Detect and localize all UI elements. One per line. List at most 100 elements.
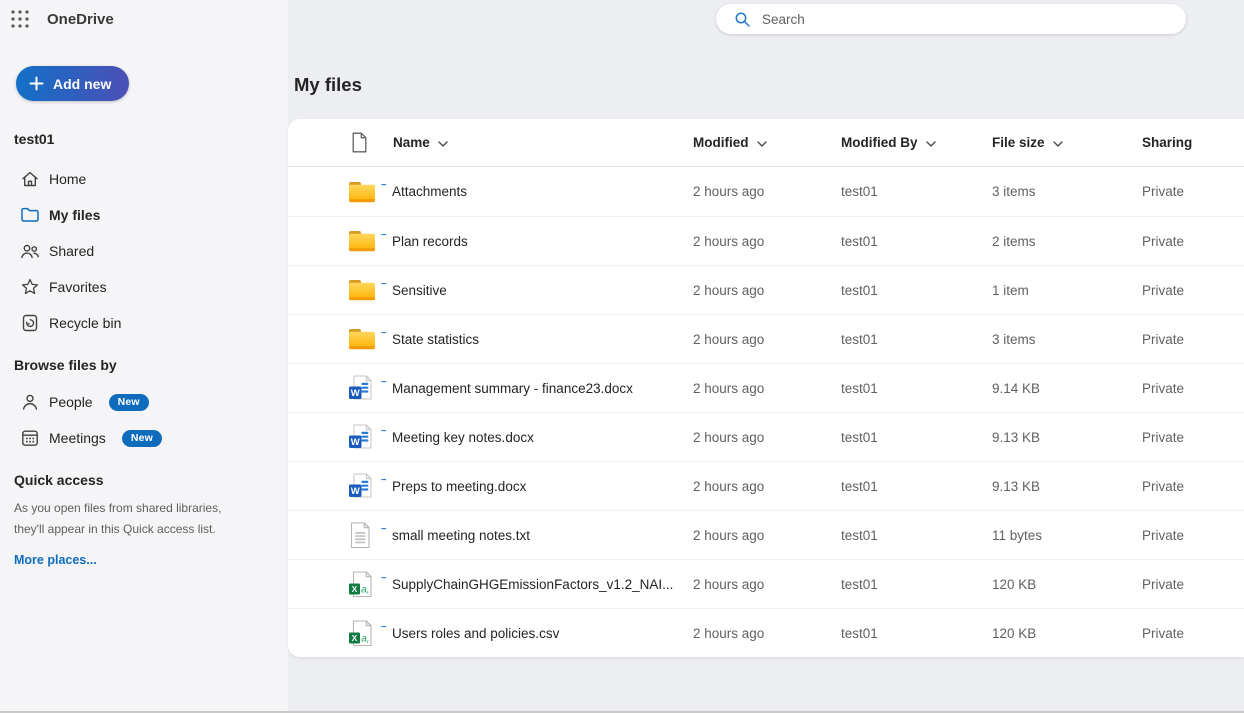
file-name[interactable]: Sensitive (392, 283, 455, 298)
person-icon (20, 392, 40, 412)
file-name[interactable]: State statistics (392, 332, 487, 347)
column-header-sharing[interactable]: Sharing (1142, 135, 1244, 150)
sharing-cell[interactable]: Private (1142, 430, 1244, 445)
modified-cell: 2 hours ago (693, 577, 841, 592)
column-header-label: Name (393, 135, 430, 150)
click-indicator-icon (378, 234, 391, 240)
search-input[interactable] (762, 12, 1152, 27)
word-doc-icon: W (348, 473, 375, 500)
svg-text:a,: a, (361, 633, 369, 644)
modified-cell: 2 hours ago (693, 479, 841, 494)
file-size-cell: 3 items (992, 184, 1142, 199)
sidebar-item-home[interactable]: Home (0, 161, 288, 197)
file-size-cell: 120 KB (992, 577, 1142, 592)
modified-cell: 2 hours ago (693, 234, 841, 249)
file-size-cell: 3 items (992, 332, 1142, 347)
sharing-cell[interactable]: Private (1142, 234, 1244, 249)
file-name[interactable]: SupplyChainGHGEmissionFactors_v1.2_NAI..… (392, 577, 681, 592)
svg-text:W: W (351, 486, 360, 497)
main-content: My files Name Modified Modified By File … (288, 0, 1244, 713)
folder-icon (348, 180, 376, 204)
column-header-name[interactable]: Name (378, 135, 693, 150)
click-indicator-icon (378, 577, 391, 583)
file-row[interactable]: Plan records 2 hours ago test01 2 items … (288, 216, 1244, 265)
file-size-cell: 9.13 KB (992, 479, 1142, 494)
browse-item-meetings[interactable]: Meetings New (0, 420, 288, 456)
modified-by-cell: test01 (841, 381, 992, 396)
chevron-down-icon (1053, 141, 1063, 147)
sidebar-item-my-files[interactable]: My files (0, 197, 288, 233)
modified-cell: 2 hours ago (693, 332, 841, 347)
file-name[interactable]: Management summary - finance23.docx (392, 381, 641, 396)
modified-cell: 2 hours ago (693, 626, 841, 641)
modified-cell: 2 hours ago (693, 184, 841, 199)
chevron-down-icon (926, 141, 936, 147)
browse-files-heading: Browse files by (14, 357, 288, 377)
chevron-down-icon (757, 141, 767, 147)
file-row[interactable]: small meeting notes.txt 2 hours ago test… (288, 510, 1244, 559)
click-indicator-icon (378, 184, 391, 190)
svg-text:a,: a, (361, 584, 369, 595)
sidebar-item-label: Home (49, 171, 86, 187)
sharing-cell[interactable]: Private (1142, 479, 1244, 494)
add-new-label: Add new (53, 76, 111, 92)
sidebar-item-label: Shared (49, 243, 94, 259)
browse-item-people[interactable]: People New (0, 384, 288, 420)
more-places-link[interactable]: More places... (14, 553, 97, 567)
app-launcher-button[interactable] (3, 2, 37, 36)
plus-icon (29, 76, 44, 91)
file-row[interactable]: a,X SupplyChainGHGEmissionFactors_v1.2_N… (288, 559, 1244, 608)
sharing-cell[interactable]: Private (1142, 577, 1244, 592)
quick-access-description: As you open files from shared libraries,… (14, 498, 228, 540)
sharing-cell[interactable]: Private (1142, 184, 1244, 199)
chevron-down-icon (438, 141, 448, 147)
file-name[interactable]: Attachments (392, 184, 475, 199)
table-header-row: Name Modified Modified By File size Shar… (288, 119, 1244, 167)
file-row[interactable]: Sensitive 2 hours ago test01 1 item Priv… (288, 265, 1244, 314)
file-list-card: Name Modified Modified By File size Shar… (288, 119, 1244, 657)
sidebar-item-shared[interactable]: Shared (0, 233, 288, 269)
file-name[interactable]: Users roles and policies.csv (392, 626, 567, 641)
column-header-modified-by[interactable]: Modified By (841, 135, 992, 150)
app-title: OneDrive (47, 11, 114, 28)
account-name: test01 (14, 131, 288, 151)
folder-icon (348, 278, 376, 302)
file-row[interactable]: State statistics 2 hours ago test01 3 it… (288, 314, 1244, 363)
column-header-file-size[interactable]: File size (992, 135, 1142, 150)
txt-file-icon (348, 522, 372, 549)
add-new-button[interactable]: Add new (16, 66, 129, 101)
page-icon (351, 132, 368, 153)
file-name[interactable]: Preps to meeting.docx (392, 479, 534, 494)
sharing-cell[interactable]: Private (1142, 283, 1244, 298)
modified-cell: 2 hours ago (693, 528, 841, 543)
new-badge: New (109, 394, 149, 411)
sharing-cell[interactable]: Private (1142, 626, 1244, 641)
file-name[interactable]: Meeting key notes.docx (392, 430, 542, 445)
top-bar: OneDrive (0, 0, 1244, 38)
file-row[interactable]: W Meeting key notes.docx 2 hours ago tes… (288, 412, 1244, 461)
modified-by-cell: test01 (841, 234, 992, 249)
sidebar-item-recycle-bin[interactable]: Recycle bin (0, 305, 288, 341)
new-badge: New (122, 430, 162, 447)
quick-access-heading: Quick access (14, 472, 288, 492)
file-name[interactable]: Plan records (392, 234, 476, 249)
file-size-cell: 120 KB (992, 626, 1142, 641)
search-box[interactable] (716, 4, 1186, 34)
click-indicator-icon (378, 430, 391, 436)
file-type-column-header[interactable] (336, 132, 378, 153)
word-doc-icon: W (348, 375, 375, 402)
file-name[interactable]: small meeting notes.txt (392, 528, 538, 543)
sidebar-item-favorites[interactable]: Favorites (0, 269, 288, 305)
sharing-cell[interactable]: Private (1142, 528, 1244, 543)
file-row[interactable]: W Preps to meeting.docx 2 hours ago test… (288, 461, 1244, 510)
column-header-modified[interactable]: Modified (693, 135, 841, 150)
file-row[interactable]: W Management summary - finance23.docx 2 … (288, 363, 1244, 412)
file-row[interactable]: Attachments 2 hours ago test01 3 items P… (288, 167, 1244, 216)
sharing-cell[interactable]: Private (1142, 381, 1244, 396)
click-indicator-icon (378, 626, 391, 632)
file-row[interactable]: a,X Users roles and policies.csv 2 hours… (288, 608, 1244, 657)
file-size-cell: 1 item (992, 283, 1142, 298)
sharing-cell[interactable]: Private (1142, 332, 1244, 347)
modified-cell: 2 hours ago (693, 381, 841, 396)
people-icon (20, 241, 40, 261)
